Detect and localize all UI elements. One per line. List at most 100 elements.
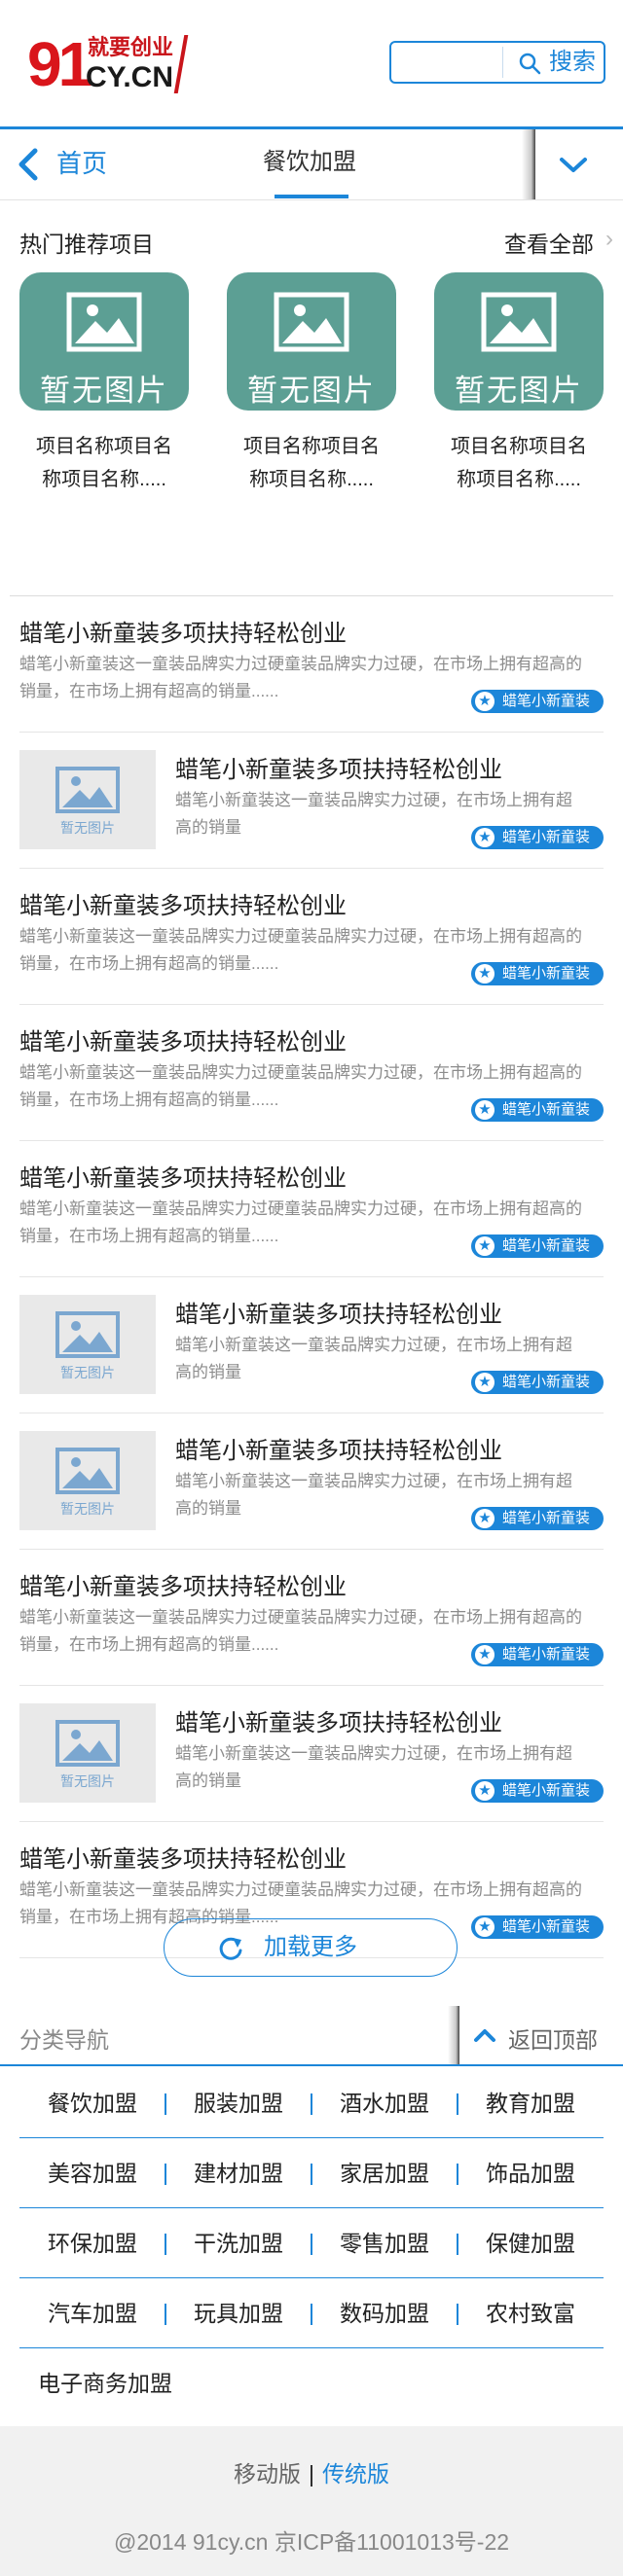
- category-separator: [311, 2234, 312, 2255]
- hot-project-name: 项目名称项目名称项目名称.....: [36, 436, 172, 490]
- category-link[interactable]: 零售加盟: [312, 2208, 458, 2278]
- category-link[interactable]: 教育加盟: [458, 2068, 604, 2138]
- list-item-title: 蜡笔小新童装多项扶持轻松创业: [175, 1302, 502, 1328]
- site-logo[interactable]: 91 就要创业 CY.CN: [27, 33, 193, 95]
- star-icon: ★: [474, 1645, 495, 1664]
- brand-tag[interactable]: ★ 蜡笔小新童装: [470, 1234, 604, 1258]
- hot-project-thumbnail: 暂无图片: [227, 272, 396, 411]
- brand-tag[interactable]: ★ 蜡笔小新童装: [470, 1507, 604, 1530]
- hot-project-card[interactable]: 暂无图片 项目名称项目名称项目名称.....: [19, 272, 189, 496]
- list-item[interactable]: 暂无图片 蜡笔小新童装多项扶持轻松创业 蜡笔小新童装这一童装品牌实力过硬，在市场上拥…: [19, 1413, 604, 1550]
- category-row: 环保加盟 干洗加盟 零售加盟 保健加盟: [19, 2208, 604, 2278]
- category-link[interactable]: 电子商务加盟: [18, 2348, 193, 2418]
- brand-tag-label: 蜡笔小新童装: [501, 1374, 590, 1390]
- brand-tag[interactable]: ★ 蜡笔小新童装: [470, 1371, 604, 1394]
- image-placeholder-icon: [481, 292, 557, 352]
- category-link[interactable]: 饰品加盟: [458, 2138, 604, 2208]
- category-link[interactable]: 保健加盟: [458, 2208, 604, 2278]
- category-bar-shadow: [448, 2006, 459, 2064]
- star-icon: ★: [474, 1100, 495, 1120]
- star-icon: ★: [474, 1917, 495, 1937]
- list-item[interactable]: 蜡笔小新童装多项扶持轻松创业 蜡笔小新童装这一童装品牌实力过硬童装品牌实力过硬，在…: [19, 596, 604, 733]
- star-icon: ★: [474, 692, 495, 711]
- category-separator: [165, 2164, 166, 2185]
- no-image-text: 暂无图片: [60, 1773, 115, 1789]
- chevron-up-icon: [474, 2029, 495, 2042]
- header: 91 就要创业 CY.CN 搜索: [0, 0, 623, 126]
- chevron-left-icon: [18, 148, 38, 181]
- hot-project-card[interactable]: 暂无图片 项目名称项目名称项目名称.....: [434, 272, 604, 496]
- list-item[interactable]: 蜡笔小新童装多项扶持轻松创业 蜡笔小新童装这一童装品牌实力过硬童装品牌实力过硬，在…: [19, 869, 604, 1005]
- brand-tag[interactable]: ★ 蜡笔小新童装: [470, 1098, 604, 1122]
- brand-tag[interactable]: ★ 蜡笔小新童装: [470, 690, 604, 713]
- brand-tag-label: 蜡笔小新童装: [501, 1237, 590, 1254]
- home-link[interactable]: 首页: [18, 139, 107, 188]
- brand-tag[interactable]: ★ 蜡笔小新童装: [470, 1643, 604, 1666]
- list-item[interactable]: 暂无图片 蜡笔小新童装多项扶持轻松创业 蜡笔小新童装这一童装品牌实力过硬，在市场上拥…: [19, 1277, 604, 1413]
- hot-project-name: 项目名称项目名称项目名称.....: [243, 436, 380, 490]
- list-item[interactable]: 蜡笔小新童装多项扶持轻松创业 蜡笔小新童装这一童装品牌实力过硬童装品牌实力过硬，在…: [19, 1141, 604, 1277]
- search-input[interactable]: [393, 45, 508, 80]
- brand-tag[interactable]: ★ 蜡笔小新童装: [470, 1779, 604, 1803]
- classic-version-link[interactable]: 传统版: [322, 2461, 389, 2487]
- project-list: 蜡笔小新童装多项扶持轻松创业 蜡笔小新童装这一童装品牌实力过硬童装品牌实力过硬，在…: [19, 596, 604, 1958]
- list-item-title: 蜡笔小新童装多项扶持轻松创业: [175, 757, 502, 783]
- brand-tag-label: 蜡笔小新童装: [501, 693, 590, 709]
- brand-tag-label: 蜡笔小新童装: [501, 1782, 590, 1799]
- category-separator: [165, 2093, 166, 2115]
- star-icon: ★: [474, 1236, 495, 1256]
- image-placeholder-icon: [55, 767, 120, 813]
- category-link[interactable]: 数码加盟: [312, 2278, 458, 2348]
- list-item-title: 蜡笔小新童装多项扶持轻松创业: [19, 1574, 347, 1600]
- category-link[interactable]: 建材加盟: [165, 2138, 312, 2208]
- category-link[interactable]: 餐饮加盟: [19, 2068, 165, 2138]
- nav-title-underline: [275, 195, 348, 198]
- category-link[interactable]: 汽车加盟: [19, 2278, 165, 2348]
- home-label: 首页: [56, 149, 108, 178]
- image-placeholder-icon: [66, 292, 142, 352]
- view-all-label: 查看全部: [504, 232, 594, 257]
- star-icon: ★: [474, 1781, 495, 1801]
- category-separator: [165, 2234, 166, 2255]
- logo-number: 91: [27, 29, 92, 99]
- footer: 移动版 | 传统版 @2014 91cy.cn 京ICP备11001013号-22: [0, 2426, 623, 2576]
- category-link[interactable]: 美容加盟: [19, 2138, 165, 2208]
- brand-tag-label: 蜡笔小新童装: [501, 965, 590, 982]
- list-item-title: 蜡笔小新童装多项扶持轻松创业: [19, 1029, 347, 1055]
- list-item-title: 蜡笔小新童装多项扶持轻松创业: [19, 1846, 347, 1873]
- no-image-text: 暂无图片: [455, 374, 583, 408]
- back-to-top-button[interactable]: 返回顶部: [473, 2021, 598, 2055]
- view-all-link[interactable]: 查看全部 ›: [504, 226, 613, 259]
- category-grid: 餐饮加盟 服装加盟 酒水加盟 教育加盟 美容加盟 建材加盟 家居加盟 饰品加盟 环保加盟 干洗加盟…: [19, 2068, 604, 2418]
- category-separator: [311, 2304, 312, 2325]
- brand-tag[interactable]: ★ 蜡笔小新童装: [470, 1915, 604, 1939]
- category-link[interactable]: 玩具加盟: [165, 2278, 312, 2348]
- category-link[interactable]: 环保加盟: [19, 2208, 165, 2278]
- list-item-thumbnail: 暂无图片: [19, 1703, 156, 1803]
- list-item[interactable]: 暂无图片 蜡笔小新童装多项扶持轻松创业 蜡笔小新童装这一童装品牌实力过硬，在市场上拥…: [19, 1686, 604, 1822]
- category-separator: [457, 2093, 458, 2115]
- category-link[interactable]: 服装加盟: [165, 2068, 312, 2138]
- list-item[interactable]: 蜡笔小新童装多项扶持轻松创业 蜡笔小新童装这一童装品牌实力过硬童装品牌实力过硬，在…: [19, 1005, 604, 1141]
- category-separator: [165, 2304, 166, 2325]
- chevron-down-icon: [560, 158, 587, 172]
- category-link[interactable]: 家居加盟: [312, 2138, 458, 2208]
- image-placeholder-icon: [274, 292, 349, 352]
- category-link[interactable]: 酒水加盟: [312, 2068, 458, 2138]
- nav-expand-button[interactable]: [557, 151, 590, 180]
- hot-project-card[interactable]: 暂无图片 项目名称项目名称项目名称.....: [227, 272, 396, 496]
- nav-bar: 首页 餐饮加盟: [0, 126, 623, 200]
- no-image-text: 暂无图片: [60, 820, 115, 836]
- load-more-button[interactable]: 加载更多: [164, 1918, 458, 1977]
- no-image-text: 暂无图片: [60, 1365, 115, 1380]
- list-item[interactable]: 蜡笔小新童装多项扶持轻松创业 蜡笔小新童装这一童装品牌实力过硬童装品牌实力过硬，在…: [19, 1550, 604, 1686]
- nav-title[interactable]: 餐饮加盟: [263, 139, 356, 186]
- list-item[interactable]: 暂无图片 蜡笔小新童装多项扶持轻松创业 蜡笔小新童装这一童装品牌实力过硬，在市场上拥…: [19, 733, 604, 869]
- copyright-text: @2014 91cy.cn 京ICP备11001013号-22: [113, 2529, 510, 2555]
- mobile-version-link[interactable]: 移动版: [234, 2461, 301, 2487]
- category-link[interactable]: 干洗加盟: [165, 2208, 312, 2278]
- search-button[interactable]: 搜索: [514, 43, 604, 82]
- brand-tag[interactable]: ★ 蜡笔小新童装: [470, 826, 604, 849]
- category-link[interactable]: 农村致富: [458, 2278, 604, 2348]
- brand-tag[interactable]: ★ 蜡笔小新童装: [470, 962, 604, 985]
